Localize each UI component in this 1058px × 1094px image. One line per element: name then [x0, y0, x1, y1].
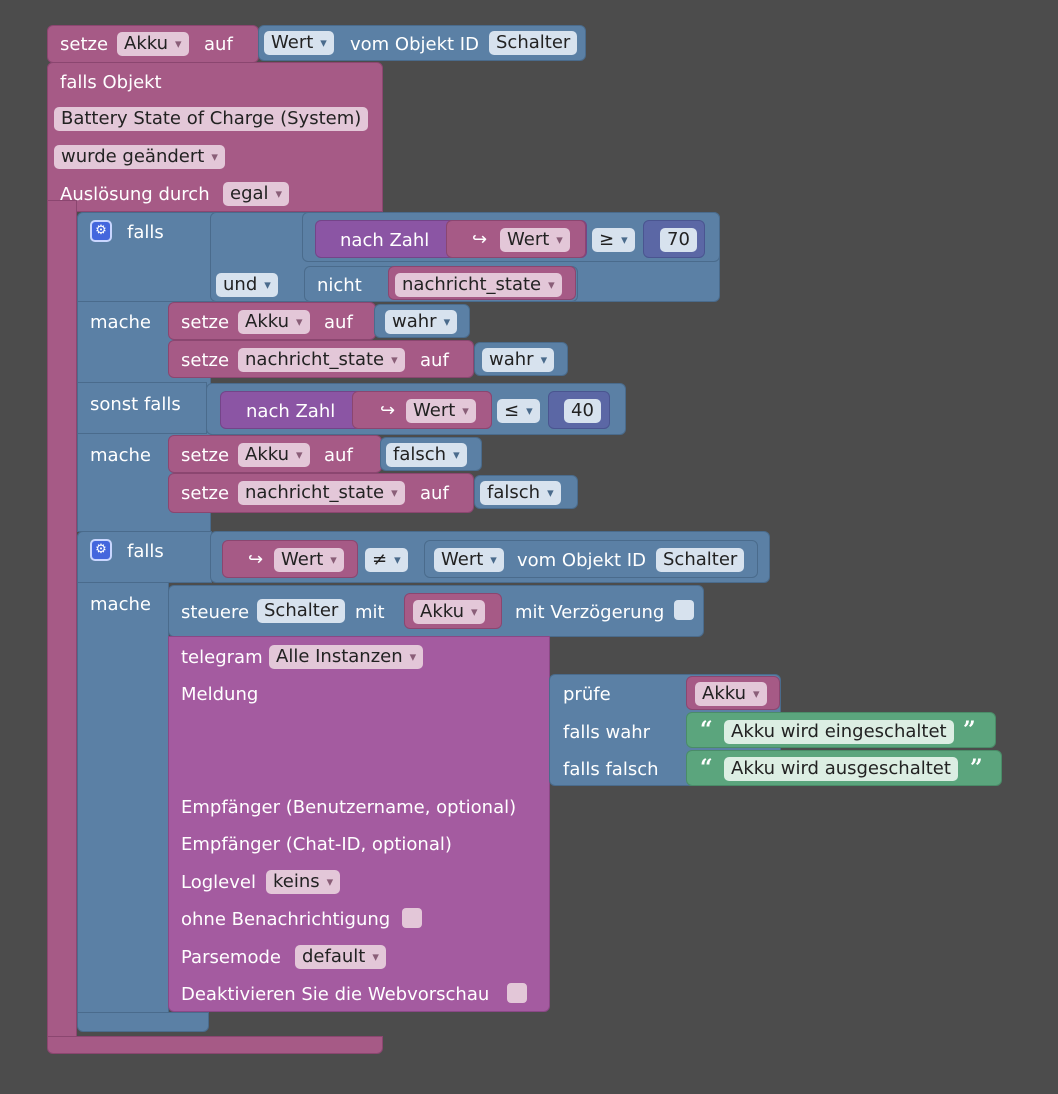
quote-close-icon: ”: [963, 717, 976, 743]
return-arrow-icon: ↪: [380, 400, 396, 421]
falls-falsch-label: falls falsch: [563, 759, 659, 780]
wert-dropdown[interactable]: Wert: [264, 31, 334, 55]
ausloesung-label: Auslösung durch: [60, 184, 210, 205]
quote-open-icon: “: [700, 755, 713, 781]
quote-close-icon: ”: [970, 755, 983, 781]
vom-objekt-label: vom Objekt ID: [517, 550, 646, 571]
pruefe-label: prüfe: [563, 684, 611, 705]
und-dropdown[interactable]: und: [216, 273, 278, 297]
verzoegerung-checkbox[interactable]: [674, 600, 694, 620]
sonst-falls-label: sonst falls: [90, 394, 181, 415]
auf-label: auf: [204, 34, 233, 55]
wert-var-dropdown[interactable]: Wert: [406, 399, 476, 423]
empfaenger-user-label: Empfänger (Benutzername, optional): [181, 797, 517, 818]
var-dropdown[interactable]: nachricht_state: [238, 481, 405, 505]
bool-dropdown[interactable]: falsch: [386, 443, 467, 467]
quote-open-icon: “: [700, 717, 713, 743]
operator-dropdown[interactable]: ≠: [365, 548, 408, 572]
gear-icon[interactable]: ⚙: [90, 539, 112, 561]
akku-var-dropdown[interactable]: Akku: [413, 600, 485, 624]
auf-label: auf: [420, 350, 449, 371]
number-field[interactable]: 40: [564, 399, 601, 423]
wert-var-dropdown[interactable]: Wert: [500, 228, 570, 252]
bool-dropdown[interactable]: falsch: [480, 481, 561, 505]
text-field-wahr[interactable]: Akku wird eingeschaltet: [724, 720, 954, 744]
setze-label: setze: [60, 34, 109, 55]
parsemode-dropdown[interactable]: default: [295, 945, 386, 969]
verzoegerung-label: mit Verzögerung: [515, 602, 665, 623]
steuere-label: steuere: [181, 602, 250, 623]
ausloesung-dropdown[interactable]: egal: [223, 182, 290, 206]
auf-label: auf: [324, 312, 353, 333]
var-dropdown[interactable]: Akku: [238, 310, 310, 334]
mache-label: mache: [90, 594, 151, 615]
gear-icon[interactable]: ⚙: [90, 220, 112, 242]
falls-objekt-label: falls Objekt: [60, 72, 162, 93]
setze-label: setze: [181, 312, 230, 333]
trigger-condition-dropdown[interactable]: wurde geändert: [54, 145, 225, 169]
object-id-field[interactable]: Schalter: [489, 31, 578, 55]
return-arrow-icon: ↪: [248, 549, 264, 570]
if-block-2-foot: [77, 1012, 209, 1032]
text-field-falsch[interactable]: Akku wird ausgeschaltet: [724, 757, 958, 781]
event-block-footer: [47, 1036, 383, 1054]
loglevel-dropdown[interactable]: keins: [266, 870, 341, 894]
empfaenger-chat-label: Empfänger (Chat-ID, optional): [181, 834, 452, 855]
mache-label: mache: [90, 312, 151, 333]
nach-zahl-label: nach Zahl: [340, 230, 430, 251]
akku-var-dropdown[interactable]: Akku: [695, 682, 767, 706]
vom-objekt-label: vom Objekt ID: [350, 34, 479, 55]
parsemode-label: Parsemode: [181, 947, 281, 968]
falls-wahr-label: falls wahr: [563, 722, 651, 743]
webvorschau-checkbox[interactable]: [507, 983, 527, 1003]
loglevel-label: Loglevel: [181, 872, 256, 893]
instanz-dropdown[interactable]: Alle Instanzen: [269, 645, 424, 669]
state-var-dropdown[interactable]: nachricht_state: [395, 273, 562, 297]
auf-label: auf: [420, 483, 449, 504]
telegram-label: telegram: [181, 647, 263, 668]
operator-dropdown[interactable]: ≥: [592, 228, 635, 252]
number-field[interactable]: 70: [660, 228, 697, 252]
setze-label: setze: [181, 350, 230, 371]
nach-zahl-label: nach Zahl: [246, 401, 336, 422]
operator-dropdown[interactable]: ≤: [497, 399, 540, 423]
event-block-spine: [47, 200, 77, 1045]
nicht-label: nicht: [317, 275, 362, 296]
mache-label: mache: [90, 445, 151, 466]
var-dropdown[interactable]: nachricht_state: [238, 348, 405, 372]
wert-var-dropdown[interactable]: Wert: [274, 548, 344, 572]
auf-label: auf: [324, 445, 353, 466]
webvorschau-label: Deaktivieren Sie die Webvorschau: [181, 984, 490, 1005]
wert-dropdown[interactable]: Wert: [434, 548, 504, 572]
bool-dropdown[interactable]: wahr: [482, 348, 555, 372]
object-id-field[interactable]: Schalter: [656, 548, 745, 572]
ohne-benachrichtigung-label: ohne Benachrichtigung: [181, 909, 391, 930]
setze-label: setze: [181, 445, 230, 466]
setze-label: setze: [181, 483, 230, 504]
var-dropdown[interactable]: Akku: [238, 443, 310, 467]
meldung-label: Meldung: [181, 684, 259, 705]
falls-label: falls: [127, 222, 164, 243]
steuere-object-field[interactable]: Schalter: [257, 599, 346, 623]
mit-label: mit: [355, 602, 385, 623]
return-arrow-icon: ↪: [472, 229, 488, 250]
trigger-object-field[interactable]: Battery State of Charge (System): [54, 107, 369, 131]
falls-label: falls: [127, 541, 164, 562]
ohne-benachrichtigung-checkbox[interactable]: [402, 908, 422, 928]
var-dropdown[interactable]: Akku: [117, 32, 189, 56]
bool-dropdown[interactable]: wahr: [385, 310, 458, 334]
